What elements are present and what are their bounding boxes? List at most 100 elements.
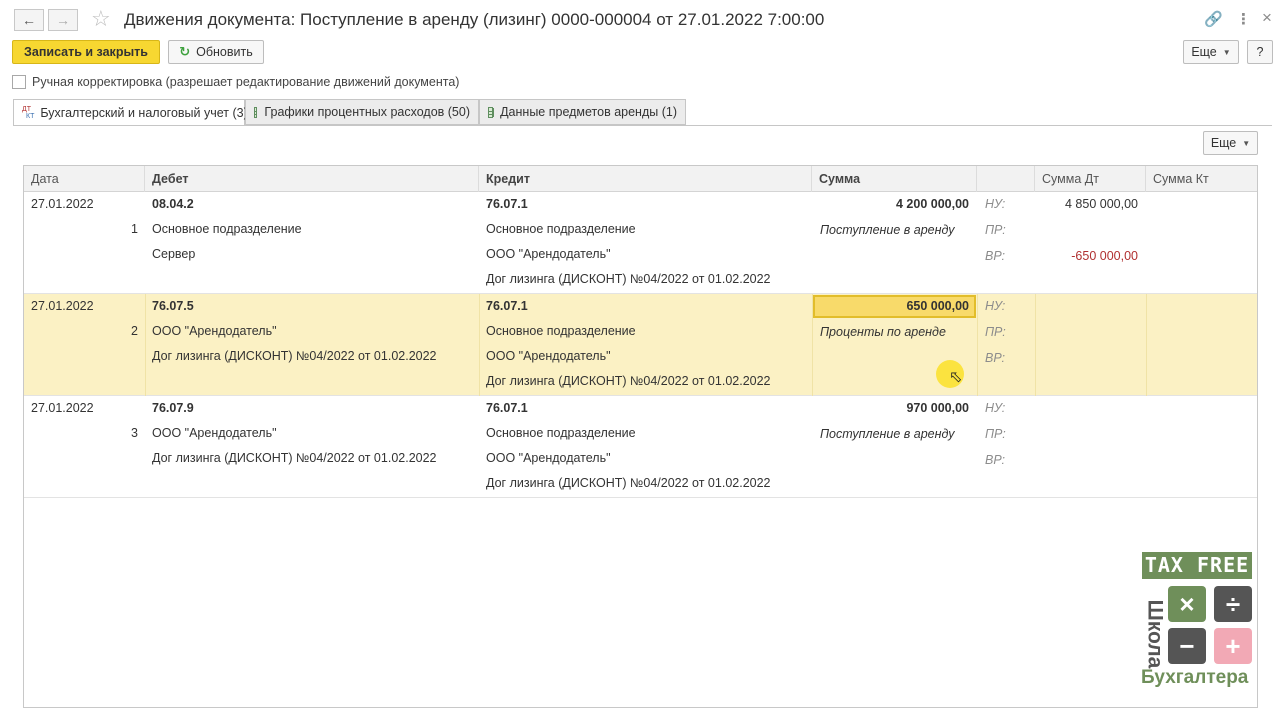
table-header: Дата Дебет Кредит Сумма Сумма Дт Сумма К… [24, 166, 1257, 192]
tab-lease-label: Данные предметов аренды (1) [500, 105, 677, 119]
mouse-pointer-icon: ⬁ [949, 369, 963, 386]
credit-subconto-2: ООО "Арендодатель" [486, 349, 611, 363]
help-button[interactable]: ? [1247, 40, 1273, 64]
row-number: 1 [131, 222, 138, 236]
logo-bottom-text: Бухгалтера [1141, 667, 1249, 688]
credit-subconto-3: Дог лизинга (ДИСКОНТ) №04/2022 от 01.02.… [486, 476, 771, 490]
credit-account: 76.07.1 [486, 197, 528, 211]
label-nu: НУ: [985, 197, 1006, 211]
debit-subconto-1: Основное подразделение [152, 222, 302, 236]
table-icon [254, 106, 258, 118]
table-more-button[interactable]: Еще ▼ [1203, 131, 1258, 155]
table-row[interactable]: 27.01.2022 1 08.04.2 Основное подразделе… [24, 192, 1257, 294]
dt-kt-icon: ДТ КТ [22, 105, 35, 120]
plus-icon: + [1214, 628, 1252, 664]
column-header-date[interactable]: Дата [24, 166, 145, 192]
tab-interest-label: Графики процентных расходов (50) [264, 105, 470, 119]
label-nu: НУ: [985, 299, 1006, 313]
column-header-account-type[interactable] [977, 166, 1035, 192]
table-icon [488, 106, 494, 118]
manual-edit-checkbox[interactable] [12, 75, 26, 89]
table-row[interactable]: 27.01.2022 3 76.07.9 ООО "Арендодатель" … [24, 396, 1257, 498]
back-button[interactable]: ← [14, 9, 44, 31]
column-header-credit[interactable]: Кредит [479, 166, 812, 192]
sum-value: 970 000,00 [906, 401, 969, 415]
column-divider [977, 294, 978, 396]
column-header-sum-kt[interactable]: Сумма Кт [1146, 166, 1257, 192]
row-date: 27.01.2022 [31, 401, 94, 415]
column-header-debit[interactable]: Дебет [145, 166, 479, 192]
title-bar: ← → ☆ Движения документа: Поступление в … [0, 0, 1280, 40]
forward-button[interactable]: → [48, 9, 78, 31]
column-divider [1035, 294, 1036, 396]
help-label: ? [1256, 45, 1264, 59]
tab-accounting[interactable]: ДТ КТ Бухгалтерский и налоговый учет (3) [13, 99, 248, 126]
close-icon[interactable]: × [1262, 8, 1272, 28]
arrow-right-icon: → [56, 12, 70, 28]
more-label: Еще [1191, 45, 1217, 59]
posting-content: Проценты по аренде [820, 325, 946, 339]
credit-subconto-1: Основное подразделение [486, 324, 636, 338]
debit-subconto-2: Сервер [152, 247, 196, 261]
arrow-left-icon: ← [22, 12, 36, 28]
label-pr: ПР: [985, 325, 1006, 339]
manual-edit-label[interactable]: Ручная корректировка (разрешает редактир… [32, 75, 459, 89]
school-logo-watermark: TAX FREE × ÷ − + Школа Бухгалтера [1138, 552, 1256, 692]
sum-dt-vr: -650 000,00 [1071, 249, 1138, 263]
row-date: 27.01.2022 [31, 197, 94, 211]
save-and-close-button[interactable]: Записать и закрыть [12, 40, 160, 64]
column-divider [145, 294, 146, 396]
row-date: 27.01.2022 [31, 299, 94, 313]
caret-down-icon: ▼ [1242, 138, 1251, 148]
tab-lease-items[interactable]: Данные предметов аренды (1) [479, 99, 686, 125]
caret-down-icon: ▼ [1222, 47, 1231, 57]
link-icon[interactable]: 🔗 [1204, 10, 1223, 28]
credit-subconto-3: Дог лизинга (ДИСКОНТ) №04/2022 от 01.02.… [486, 374, 771, 388]
sum-value: 650 000,00 [906, 299, 969, 313]
debit-subconto-2: Дог лизинга (ДИСКОНТ) №04/2022 от 01.02.… [152, 349, 437, 363]
refresh-icon: ↻ [179, 44, 191, 59]
label-pr: ПР: [985, 223, 1006, 237]
debit-account: 08.04.2 [152, 197, 194, 211]
posting-content: Поступление в аренду [820, 427, 955, 441]
column-header-sum-dt[interactable]: Сумма Дт [1035, 166, 1146, 192]
debit-subconto-2: Дог лизинга (ДИСКОНТ) №04/2022 от 01.02.… [152, 451, 437, 465]
debit-account: 76.07.5 [152, 299, 194, 313]
credit-subconto-1: Основное подразделение [486, 222, 636, 236]
label-nu: НУ: [985, 401, 1006, 415]
credit-subconto-3: Дог лизинга (ДИСКОНТ) №04/2022 от 01.02.… [486, 272, 771, 286]
divide-icon: ÷ [1214, 586, 1252, 622]
credit-account: 76.07.1 [486, 401, 528, 415]
sum-value: 4 200 000,00 [896, 197, 969, 211]
tab-interest-schedules[interactable]: Графики процентных расходов (50) [245, 99, 479, 125]
tab-accounting-label: Бухгалтерский и налоговый учет (3) [40, 105, 248, 120]
logo-tax-free: TAX FREE [1142, 552, 1252, 579]
debit-subconto-1: ООО "Арендодатель" [152, 426, 277, 440]
row-number: 3 [131, 426, 138, 440]
logo-vertical-text: Школа [1143, 599, 1167, 669]
favorite-star-icon[interactable]: ☆ [91, 6, 111, 32]
credit-subconto-2: ООО "Арендодатель" [486, 247, 611, 261]
refresh-label: Обновить [196, 45, 253, 59]
table-more-label: Еще [1210, 136, 1237, 150]
more-vertical-icon[interactable]: ⋮ [1236, 10, 1251, 28]
column-divider [479, 294, 480, 396]
posting-content: Поступление в аренду [820, 223, 955, 237]
label-vr: ВР: [985, 453, 1006, 467]
credit-subconto-2: ООО "Арендодатель" [486, 451, 611, 465]
multiply-icon: × [1168, 586, 1206, 622]
label-vr: ВР: [985, 351, 1006, 365]
debit-subconto-1: ООО "Арендодатель" [152, 324, 277, 338]
sum-dt-nu: 4 850 000,00 [1065, 197, 1138, 211]
refresh-button[interactable]: ↻ Обновить [168, 40, 264, 64]
column-header-sum[interactable]: Сумма [812, 166, 977, 192]
save-and-close-label: Записать и закрыть [24, 45, 148, 59]
row-number: 2 [131, 324, 138, 338]
label-pr: ПР: [985, 427, 1006, 441]
label-vr: ВР: [985, 249, 1006, 263]
table-row-selected[interactable]: 27.01.2022 2 76.07.5 ООО "Арендодатель" … [24, 294, 1257, 396]
credit-account: 76.07.1 [486, 299, 528, 313]
minus-icon: − [1168, 628, 1206, 664]
more-button[interactable]: Еще ▼ [1183, 40, 1239, 64]
postings-table: Дата Дебет Кредит Сумма Сумма Дт Сумма К… [23, 165, 1258, 708]
